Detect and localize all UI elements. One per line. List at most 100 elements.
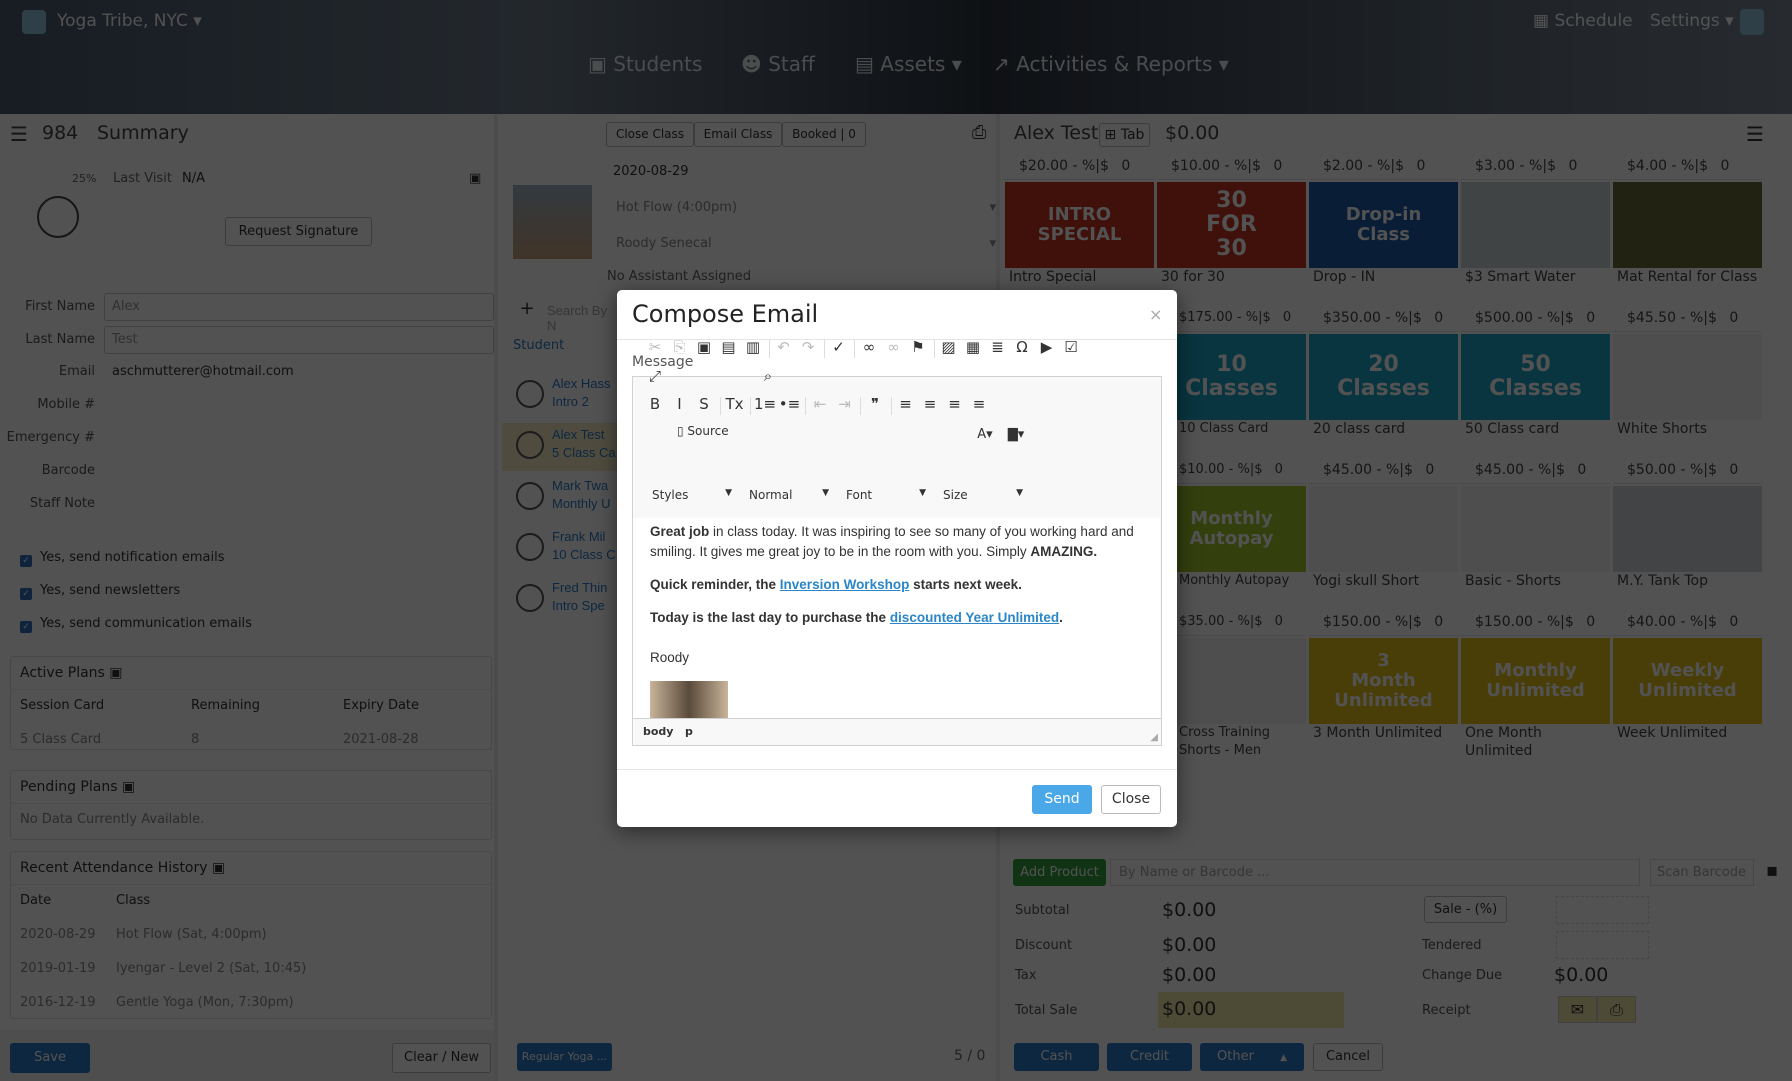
indent-icon[interactable]: ⇥ <box>834 395 856 413</box>
newsletters-checkbox[interactable]: ✓ Yes, send newsletters <box>20 583 180 600</box>
print-icon[interactable]: ⎙ <box>972 122 986 143</box>
special-char-icon[interactable]: Ω <box>1011 338 1033 356</box>
product-tile[interactable]: $4.00 - %|$ 0 Mat Rental for Class <box>1613 158 1762 308</box>
email-receipt-icon[interactable]: ✉ <box>1558 996 1597 1023</box>
resize-handle-icon[interactable]: ◢ <box>1150 732 1158 743</box>
product-tile[interactable]: $45.00 - %|$ 0 Yogi skull Short <box>1309 462 1458 612</box>
class-select[interactable]: Hot Flow (4:00pm) ▾ <box>616 200 996 215</box>
font-dropdown[interactable]: Font ▼ <box>846 488 926 502</box>
user-avatar[interactable] <box>1740 9 1764 35</box>
anchor-icon[interactable]: ⚑ <box>907 338 929 356</box>
horizontal-line-icon[interactable]: ≣ <box>987 338 1009 356</box>
tendered-input[interactable] <box>1556 931 1649 959</box>
last-name-field[interactable]: Test <box>104 326 494 354</box>
preview-icon[interactable]: ⌕ <box>757 367 779 385</box>
staff-note-field[interactable] <box>104 490 494 542</box>
student-column-header[interactable]: Student <box>513 338 564 353</box>
discount-toggle[interactable]: - %|$ <box>1537 614 1573 630</box>
mobile-field[interactable] <box>104 391 494 419</box>
student-name[interactable]: Alex Test <box>552 427 605 442</box>
product-tile[interactable]: $50.00 - %|$ 0 M.Y. Tank Top <box>1613 462 1762 612</box>
editor-body[interactable]: Great job in class today. It was inspiri… <box>633 518 1160 718</box>
product-tile[interactable]: $20.00 - %|$ 0 INTRO SPECIAL Intro Specia… <box>1005 158 1154 308</box>
collapse-menu-icon[interactable]: ☰ <box>10 122 28 146</box>
settings-menu[interactable]: Settings ▾ <box>1650 11 1734 31</box>
discount-toggle[interactable]: - %|$ <box>1229 462 1263 477</box>
tab-button[interactable]: ⊞ Tab <box>1099 123 1150 147</box>
sale-discount-input[interactable] <box>1556 896 1649 924</box>
nav-staff[interactable]: ☻ Staff <box>741 52 815 76</box>
discount-toggle[interactable]: - %|$ <box>1385 614 1421 630</box>
product-tile[interactable]: $350.00 - %|$ 0 20 Classes 20 class card <box>1309 310 1458 460</box>
inversion-workshop-link[interactable]: Inversion Workshop <box>780 577 910 592</box>
scan-barcode-input[interactable]: Scan Barcode <box>1650 859 1754 886</box>
discount-toggle[interactable]: - %|$ <box>1537 310 1573 326</box>
email-class-button[interactable]: Email Class <box>694 122 782 147</box>
cut-icon[interactable]: ✂ <box>644 338 666 356</box>
product-tile[interactable]: $10.00 - %|$ 0 30 FOR 30 30 for 30 <box>1157 158 1306 308</box>
justify-icon[interactable]: ≡ <box>968 395 990 413</box>
youtube-icon[interactable]: ▶ <box>1036 338 1058 356</box>
close-class-button[interactable]: Close Class <box>606 122 694 147</box>
cash-button[interactable]: Cash <box>1014 1043 1099 1071</box>
student-search-input[interactable]: Search By N <box>544 300 614 333</box>
student-name[interactable]: Frank Mil <box>552 529 605 544</box>
product-tile[interactable]: $150.00 - %|$ 0 3 Month Unlimited 3 Month … <box>1309 614 1458 764</box>
studio-switcher[interactable]: Yoga Tribe, NYC ▾ <box>57 11 202 31</box>
nav-students[interactable]: ▣ Students <box>588 52 702 76</box>
product-tile[interactable]: $500.00 - %|$ 0 50 Classes 50 Class card <box>1461 310 1610 460</box>
send-button[interactable]: Send <box>1032 785 1092 814</box>
spellcheck-icon[interactable]: ✓ <box>828 338 850 356</box>
booked-count-button[interactable]: Booked | 0 <box>782 122 866 147</box>
checkmark-icon[interactable]: ☑ <box>1060 338 1082 356</box>
size-dropdown[interactable]: Size ▼ <box>943 488 1023 502</box>
discount-toggle[interactable]: - %|$ <box>1528 462 1564 478</box>
first-name-field[interactable]: Alex <box>104 293 494 321</box>
close-icon[interactable]: × <box>1149 305 1162 324</box>
source-button[interactable]: ▯ Source <box>677 424 749 438</box>
plan-name[interactable]: 5 Class Card <box>20 732 101 747</box>
notification-emails-checkbox[interactable]: ✓ Yes, send notification emails <box>20 550 225 567</box>
align-center-icon[interactable]: ≡ <box>919 395 941 413</box>
request-signature-button[interactable]: Request Signature <box>225 217 372 246</box>
background-color-icon[interactable]: ▇▾ <box>1002 427 1030 442</box>
nav-assets[interactable]: ▤ Assets ▾ <box>855 52 962 76</box>
email-field[interactable]: aschmutterer@hotmail.com <box>104 358 494 386</box>
product-tile[interactable]: $3.00 - %|$ 0 $3 Smart Water <box>1461 158 1610 308</box>
credit-button[interactable]: Credit <box>1107 1043 1192 1071</box>
strikethrough-icon[interactable]: S <box>693 395 715 413</box>
schedule-link[interactable]: ▦ Schedule <box>1533 11 1633 31</box>
format-dropdown[interactable]: Normal ▼ <box>749 488 829 502</box>
discount-toggle[interactable]: - %|$ <box>1376 462 1412 478</box>
path-p[interactable]: p <box>685 725 693 738</box>
close-button[interactable]: Close <box>1101 785 1161 814</box>
copy-icon[interactable]: ⎘ <box>669 338 691 356</box>
other-payment-button[interactable]: Other ▲ <box>1200 1043 1304 1071</box>
discount-toggle[interactable]: - %|$ <box>1680 614 1716 630</box>
blockquote-icon[interactable]: ❞ <box>864 395 886 413</box>
path-body[interactable]: body <box>643 725 673 738</box>
bold-icon[interactable]: B <box>644 395 666 413</box>
maximize-icon[interactable]: ⤢ <box>644 367 666 385</box>
italic-icon[interactable]: I <box>669 395 691 413</box>
print-receipt-icon[interactable]: ⎙ <box>1597 996 1636 1023</box>
student-name[interactable]: Mark Twa <box>552 478 608 493</box>
communication-emails-checkbox[interactable]: ✓ Yes, send communication emails <box>20 616 252 633</box>
undo-icon[interactable]: ↶ <box>773 338 795 356</box>
discount-toggle[interactable]: - %|$ <box>1224 158 1260 174</box>
paste-text-icon[interactable]: ▤ <box>718 338 740 356</box>
clear-new-button[interactable]: Clear / New <box>392 1043 491 1073</box>
unlink-icon[interactable]: ∞ <box>883 338 905 356</box>
discount-toggle[interactable]: - %|$ <box>1385 310 1421 326</box>
year-unlimited-link[interactable]: discounted Year Unlimited <box>890 610 1059 625</box>
sale-discount-button[interactable]: Sale - (%) <box>1424 896 1507 923</box>
product-tile[interactable]: $150.00 - %|$ 0 Monthly Unlimited One Mon… <box>1461 614 1610 764</box>
add-product-button[interactable]: Add Product <box>1013 859 1106 886</box>
id-card-icon[interactable]: ▣ <box>469 171 481 186</box>
product-tile[interactable]: $10.00 - %|$ 0 Monthly Autopay Monthly Au… <box>1157 462 1306 612</box>
image-icon[interactable]: ▨ <box>938 338 960 356</box>
save-button[interactable]: Save <box>10 1043 90 1073</box>
table-icon[interactable]: ▦ <box>962 338 984 356</box>
styles-dropdown[interactable]: Styles ▼ <box>652 488 732 502</box>
product-tile[interactable]: $45.00 - %|$ 0 Basic - Shorts <box>1461 462 1610 612</box>
